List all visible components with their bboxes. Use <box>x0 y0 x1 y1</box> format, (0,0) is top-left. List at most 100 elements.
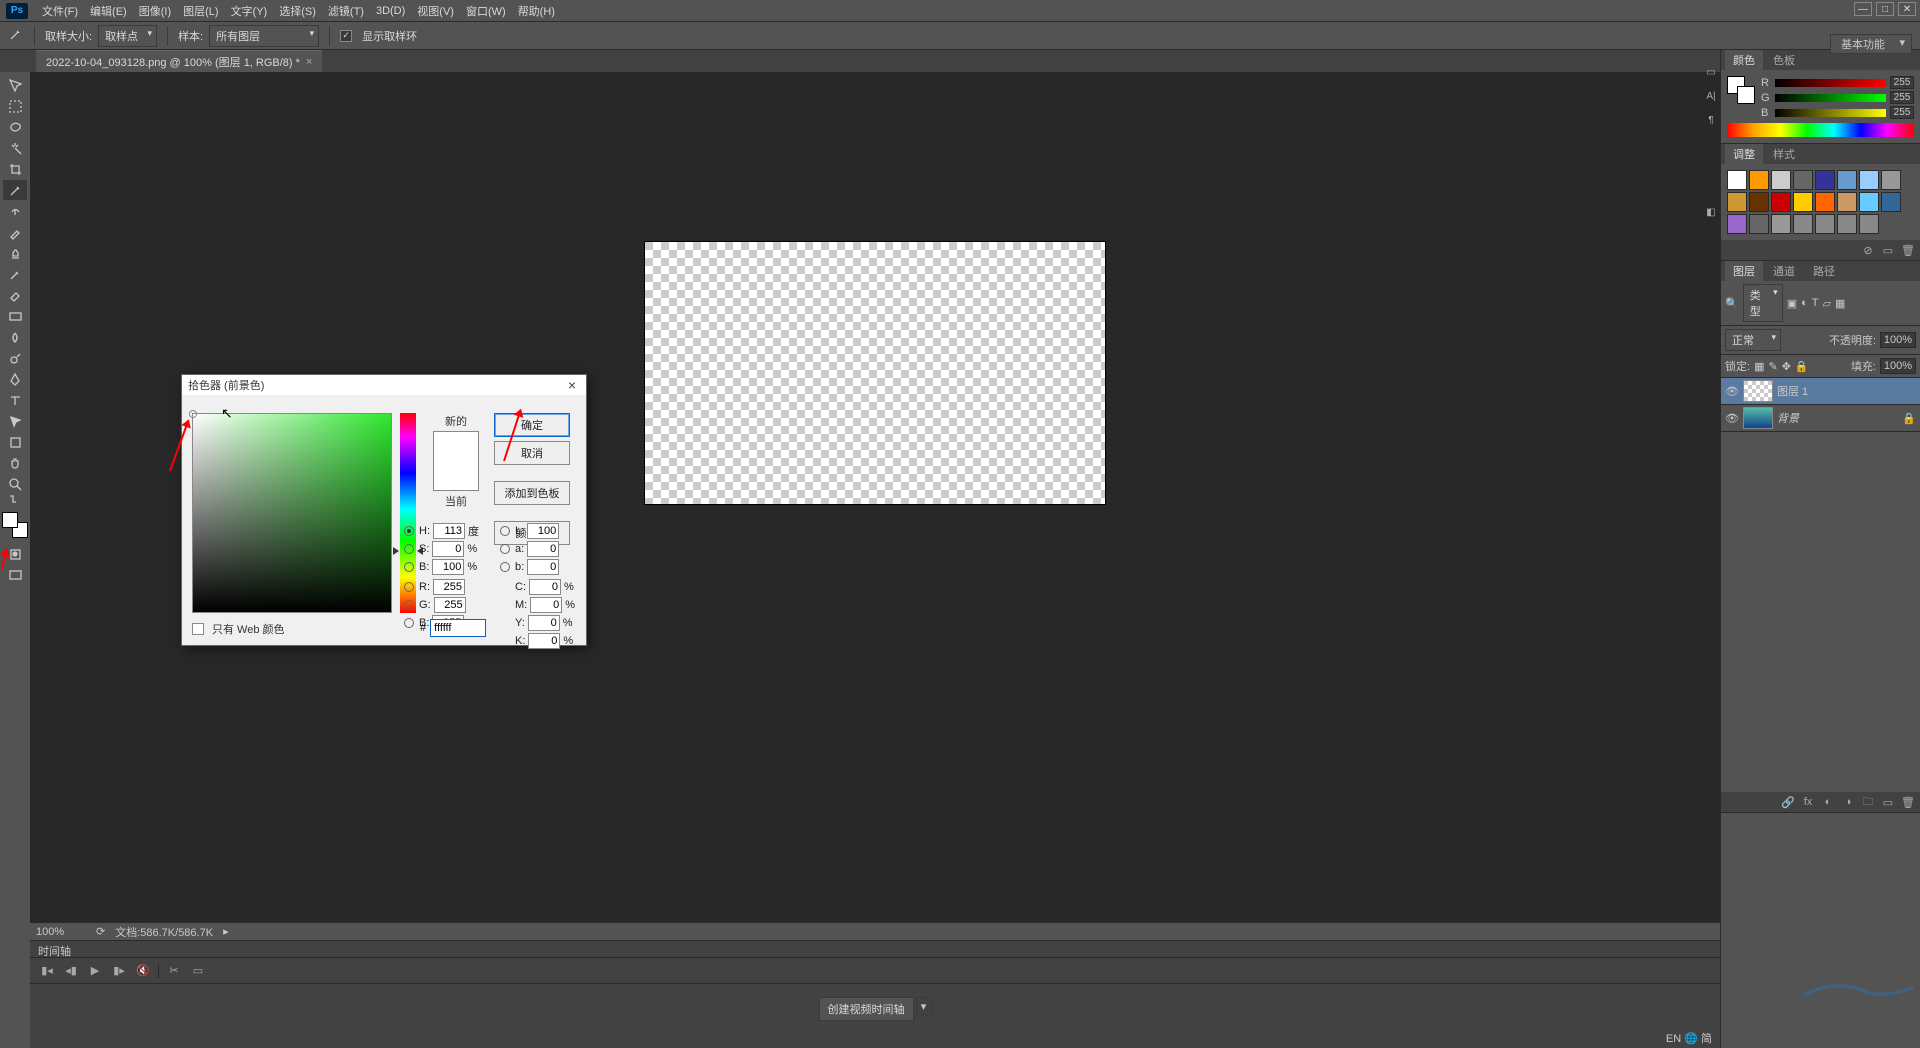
eraser-tool[interactable] <box>3 285 27 305</box>
marquee-tool[interactable] <box>3 96 27 116</box>
style-swatch[interactable] <box>1771 170 1791 190</box>
menu-help[interactable]: 帮助(H) <box>512 3 561 19</box>
g-slider[interactable] <box>1775 94 1886 102</box>
play-icon[interactable]: ▶ <box>86 963 104 979</box>
menu-select[interactable]: 选择(S) <box>273 3 322 19</box>
y-input[interactable] <box>528 615 560 631</box>
style-swatch[interactable] <box>1815 214 1835 234</box>
panel-bg-swatch[interactable] <box>1737 86 1755 104</box>
show-ring-checkbox[interactable] <box>340 30 352 42</box>
dialog-close-button[interactable]: × <box>564 377 580 393</box>
new-style-icon[interactable]: ▭ <box>1880 243 1896 257</box>
filter-shape-icon[interactable]: ▱ <box>1823 297 1831 310</box>
gradient-tool[interactable] <box>3 306 27 326</box>
g-radio[interactable] <box>404 600 414 610</box>
style-swatch[interactable] <box>1771 192 1791 212</box>
clear-style-icon[interactable]: ⊘ <box>1860 243 1876 257</box>
c-input[interactable] <box>529 579 561 595</box>
style-swatch[interactable] <box>1859 214 1879 234</box>
blend-mode-dropdown[interactable]: 正常 <box>1725 329 1781 351</box>
menu-view[interactable]: 视图(V) <box>411 3 460 19</box>
menu-window[interactable]: 窗口(W) <box>460 3 512 19</box>
h-radio[interactable] <box>404 526 414 536</box>
link-layers-icon[interactable]: 🔗 <box>1780 795 1796 809</box>
style-swatch[interactable] <box>1793 214 1813 234</box>
b2-input[interactable] <box>527 559 559 575</box>
goto-start-icon[interactable]: ▮◂ <box>38 963 56 979</box>
web-only-checkbox[interactable] <box>192 623 204 635</box>
wand-tool[interactable] <box>3 138 27 158</box>
layer-name[interactable]: 背景 <box>1777 410 1799 426</box>
new-layer-icon[interactable]: ▭ <box>1880 795 1896 809</box>
tab-channels[interactable]: 通道 <box>1765 261 1803 281</box>
close-tab-icon[interactable]: × <box>306 56 312 68</box>
tab-color[interactable]: 颜色 <box>1725 50 1763 70</box>
mute-icon[interactable]: 🔇 <box>134 963 152 979</box>
zoom-tool[interactable] <box>3 474 27 494</box>
r-value[interactable]: 255 <box>1890 76 1914 89</box>
l-radio[interactable] <box>500 526 510 536</box>
style-swatch[interactable] <box>1881 192 1901 212</box>
prev-frame-icon[interactable]: ◂▮ <box>62 963 80 979</box>
split-icon[interactable]: ✂ <box>165 963 183 979</box>
menu-file[interactable]: 文件(F) <box>36 3 84 19</box>
a-radio[interactable] <box>500 544 510 554</box>
sample-size-dropdown[interactable]: 取样点 <box>98 25 157 47</box>
transition-icon[interactable]: ▭ <box>189 963 207 979</box>
color-swatches[interactable] <box>2 512 28 538</box>
style-swatch[interactable] <box>1793 170 1813 190</box>
b-value[interactable]: 255 <box>1890 106 1914 119</box>
layer-thumb[interactable] <box>1743 380 1773 402</box>
style-swatch[interactable] <box>1749 192 1769 212</box>
tab-adjust[interactable]: 调整 <box>1725 144 1763 164</box>
filter-smart-icon[interactable]: ▦ <box>1835 297 1845 310</box>
crop-tool[interactable] <box>3 159 27 179</box>
path-select-tool[interactable] <box>3 411 27 431</box>
bv-input[interactable] <box>432 559 464 575</box>
style-swatch[interactable] <box>1837 192 1857 212</box>
layer-name[interactable]: 图层 1 <box>1777 383 1808 399</box>
visibility-icon[interactable]: 👁 <box>1725 411 1739 425</box>
paragraph-panel-icon[interactable]: ¶ <box>1703 112 1719 128</box>
zoom-level[interactable]: 100% <box>36 926 86 938</box>
workspace-switcher[interactable]: 基本功能 <box>1830 34 1912 54</box>
swap-colors-icon[interactable] <box>3 495 27 507</box>
window-maximize[interactable]: □ <box>1876 2 1894 16</box>
ime-indicator[interactable]: EN 🌐 简 <box>1658 1028 1720 1048</box>
lock-transparent-icon[interactable]: ▦ <box>1754 360 1764 373</box>
group-icon[interactable]: 🗀 <box>1860 795 1876 809</box>
lasso-tool[interactable] <box>3 117 27 137</box>
b2-radio[interactable] <box>500 562 510 572</box>
adjustment-icon[interactable]: ◑ <box>1840 795 1856 809</box>
pen-tool[interactable] <box>3 369 27 389</box>
menu-text[interactable]: 文字(Y) <box>225 3 274 19</box>
ok-button[interactable]: 确定 <box>494 413 570 437</box>
tab-paths[interactable]: 路径 <box>1805 261 1843 281</box>
style-swatch[interactable] <box>1881 170 1901 190</box>
r-radio[interactable] <box>404 582 414 592</box>
menu-image[interactable]: 图像(I) <box>133 3 177 19</box>
h-input[interactable] <box>433 523 465 539</box>
filter-type-dropdown[interactable]: 类型 <box>1743 284 1783 322</box>
blur-tool[interactable] <box>3 327 27 347</box>
a-input[interactable] <box>527 541 559 557</box>
style-swatch[interactable] <box>1815 170 1835 190</box>
menu-edit[interactable]: 编辑(E) <box>84 3 133 19</box>
saturation-value-field[interactable] <box>192 413 392 613</box>
hand-tool[interactable] <box>3 453 27 473</box>
filter-adjust-icon[interactable]: ◐ <box>1801 297 1808 309</box>
document-tab[interactable]: 2022-10-04_093128.png @ 100% (图层 1, RGB/… <box>36 50 322 72</box>
visibility-icon[interactable]: 👁 <box>1725 384 1739 398</box>
trash-icon[interactable]: 🗑 <box>1900 243 1916 257</box>
next-frame-icon[interactable]: ▮▸ <box>110 963 128 979</box>
refresh-icon[interactable]: ⟳ <box>96 925 105 938</box>
sample-layers-dropdown[interactable]: 所有图层 <box>209 25 319 47</box>
filter-type-icon[interactable]: T <box>1812 297 1819 309</box>
style-swatch[interactable] <box>1859 192 1879 212</box>
timeline-tab[interactable]: 时间轴 <box>30 940 1720 958</box>
eyedropper-tool[interactable] <box>3 180 27 200</box>
g-input[interactable] <box>434 597 466 613</box>
bv-radio[interactable] <box>404 562 414 572</box>
history-brush-tool[interactable] <box>3 264 27 284</box>
layer-row-bg[interactable]: 👁 背景 🔒 <box>1721 405 1920 432</box>
